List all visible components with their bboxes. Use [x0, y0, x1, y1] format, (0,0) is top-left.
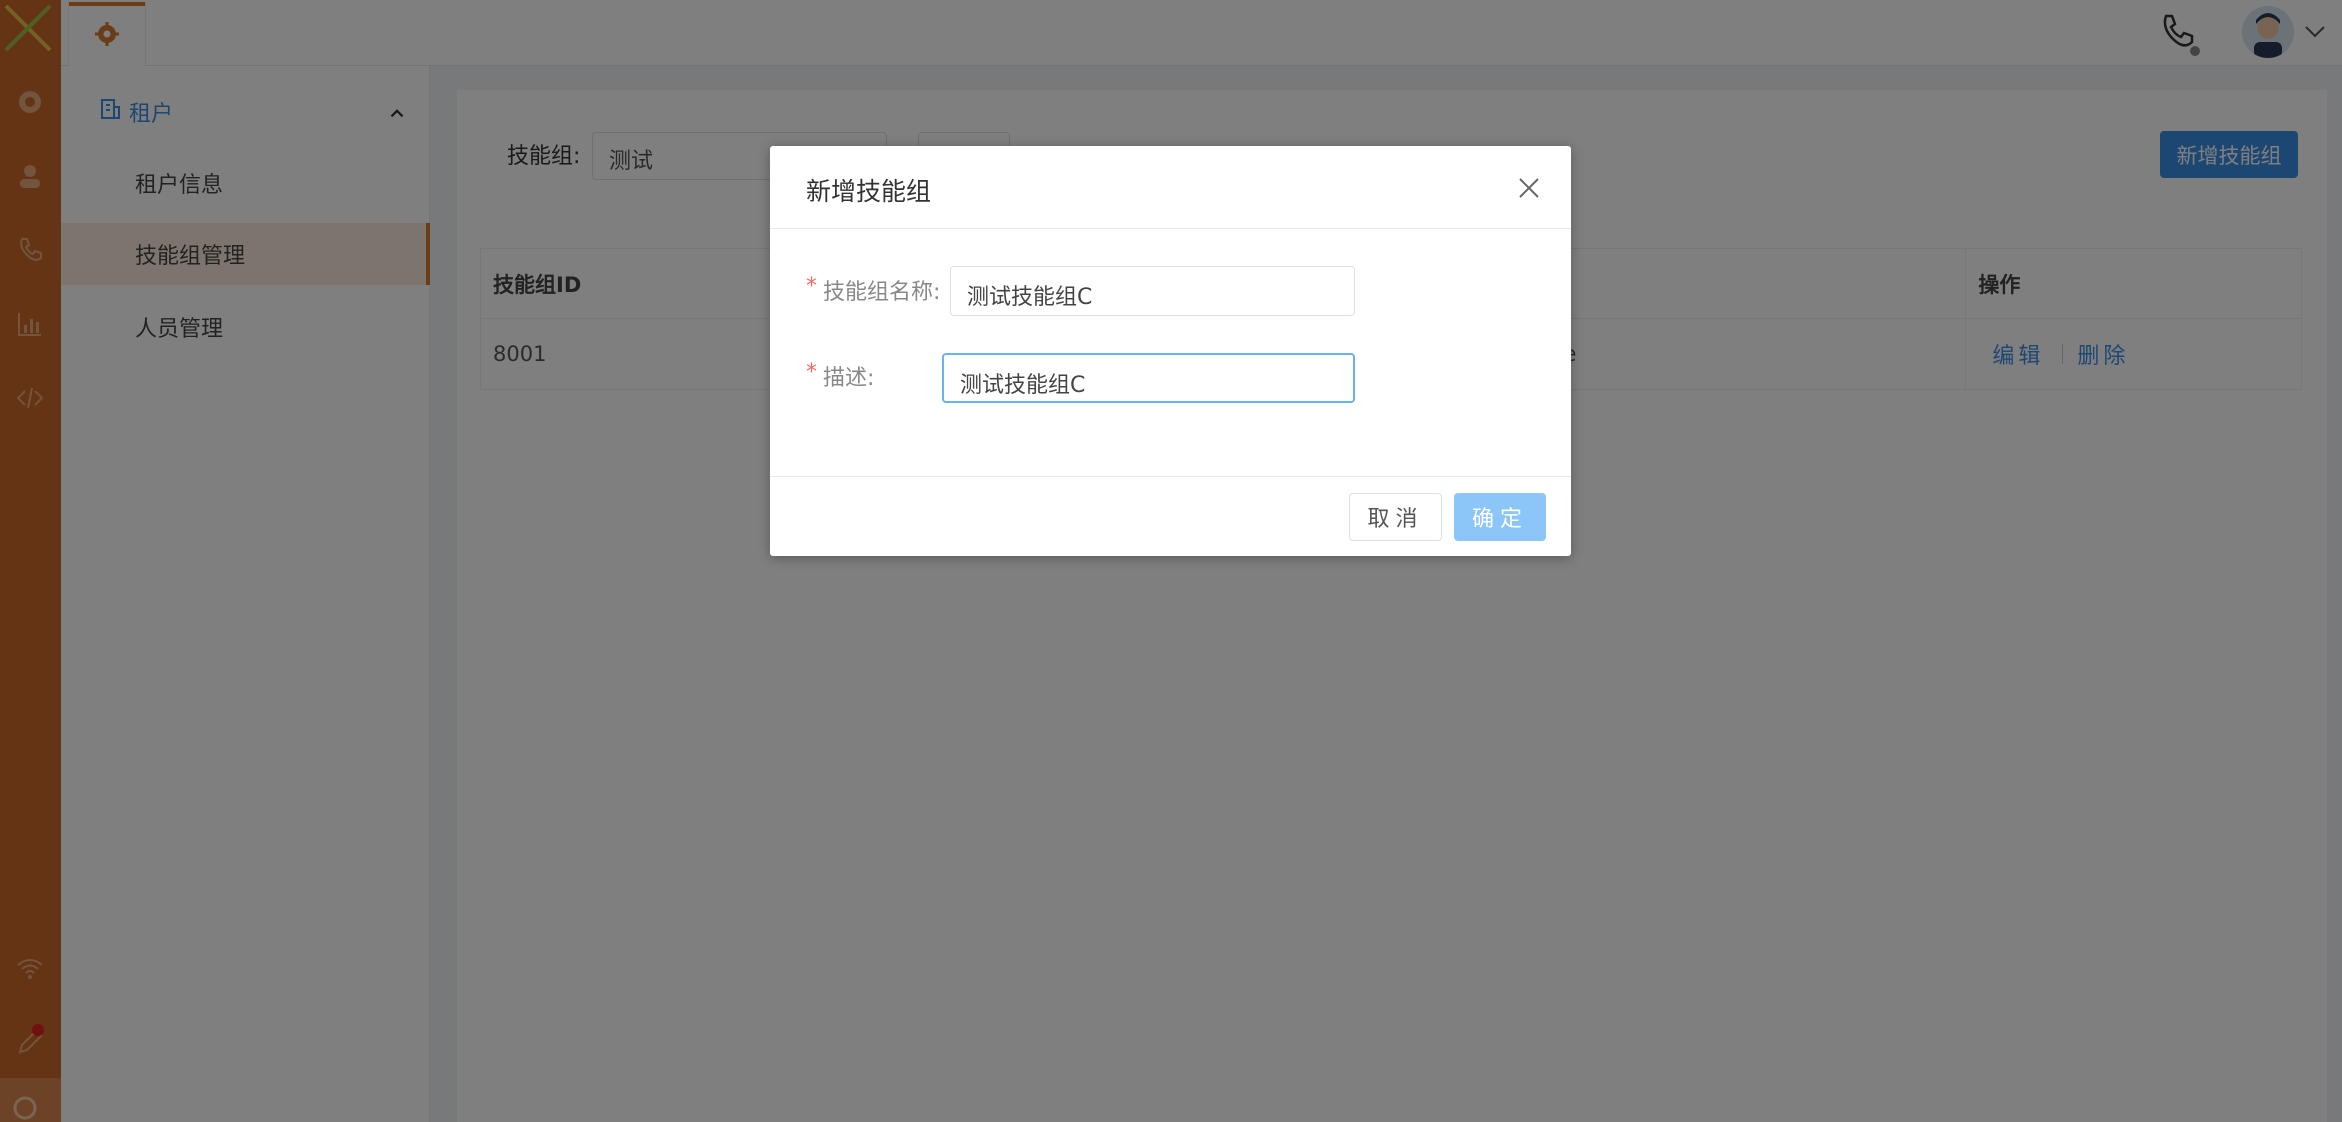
required-marker: *: [806, 274, 817, 299]
description-field-label: * 描述:: [806, 360, 875, 391]
field-row-name: * 技能组名称:: [806, 265, 940, 315]
dialog-title: 新增技能组: [806, 177, 932, 206]
dialog-footer: 取消 确定: [770, 476, 1571, 556]
description-field[interactable]: 测试技能组C: [942, 353, 1355, 403]
dialog-header: 新增技能组: [770, 146, 1571, 229]
cancel-button[interactable]: 取消: [1349, 493, 1442, 541]
confirm-button[interactable]: 确定: [1454, 493, 1546, 541]
add-skill-group-dialog: 新增技能组 * 技能组名称: 测试技能组C * 描述: 测试技能组C 取消 确定: [770, 146, 1571, 556]
required-marker: *: [806, 360, 817, 385]
field-row-description: * 描述:: [806, 351, 874, 401]
skill-group-name-field[interactable]: 测试技能组C: [950, 266, 1355, 316]
close-icon[interactable]: [1517, 176, 1541, 200]
name-field-label: * 技能组名称:: [806, 274, 941, 305]
